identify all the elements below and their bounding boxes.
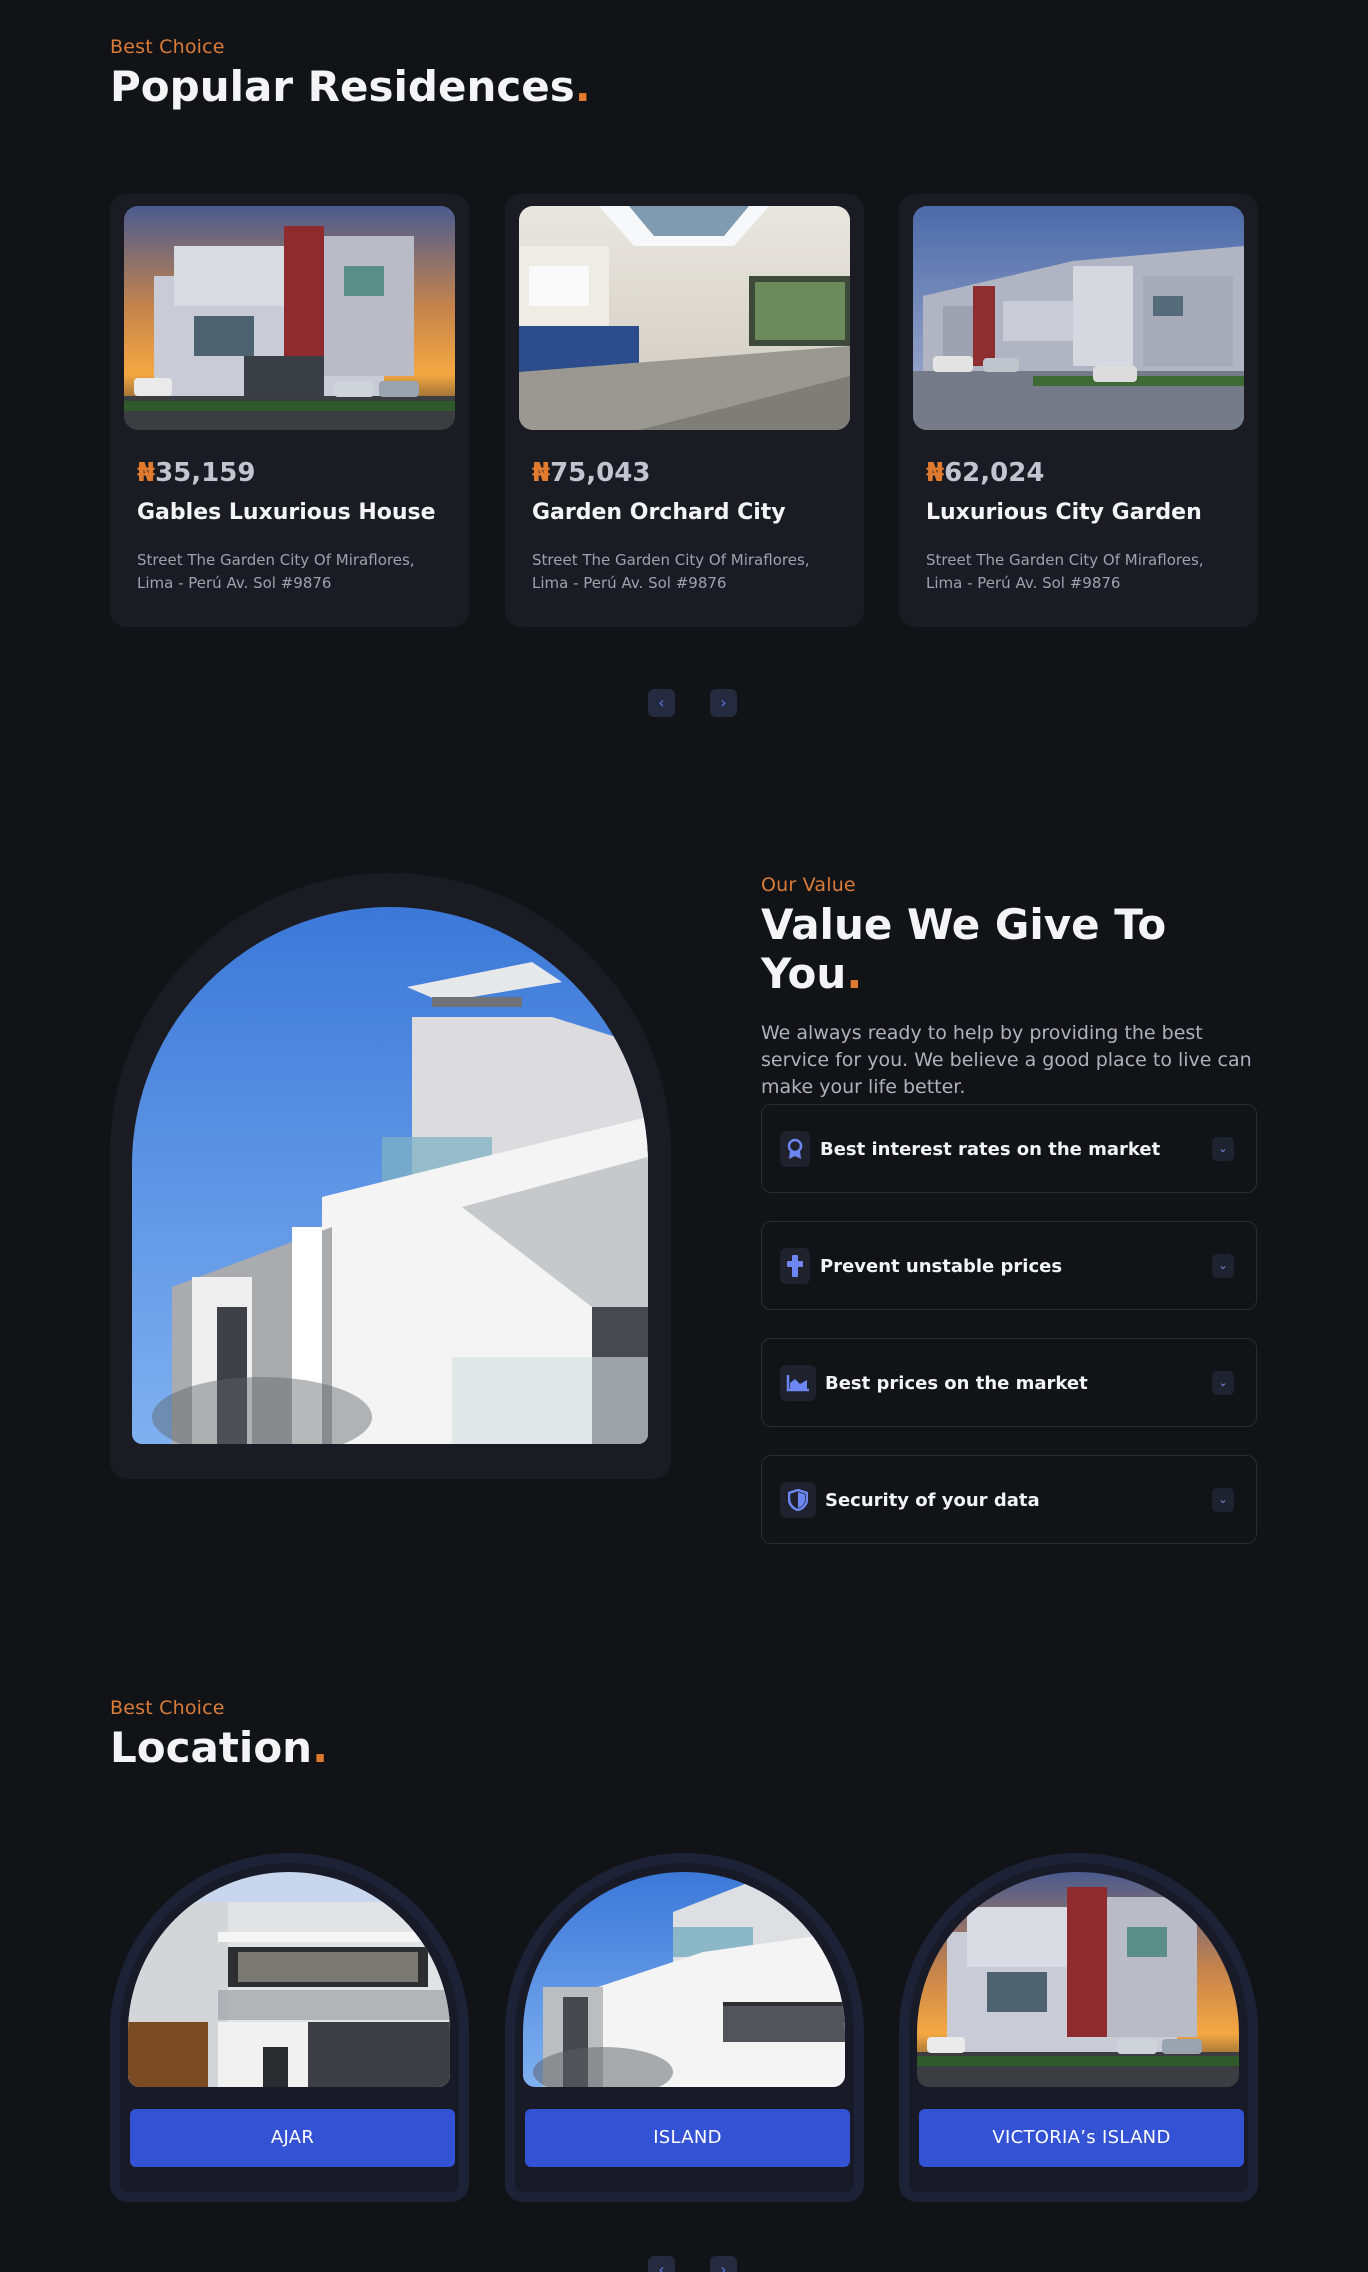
residence-name: Luxurious City Garden xyxy=(926,500,1202,525)
location-prev-button[interactable]: ‹ xyxy=(648,2256,675,2272)
location-image xyxy=(128,1872,450,2087)
residence-cards: ₦35,159 Gables Luxurious House Street Th… xyxy=(110,194,1258,627)
award-icon xyxy=(780,1131,810,1167)
residence-address: Street The Garden City Of Miraflores, Li… xyxy=(137,551,415,592)
location-eyebrow: Best Choice xyxy=(110,1697,225,1719)
residence-address: Street The Garden City Of Miraflores, Li… xyxy=(532,551,810,592)
chevron-down-icon[interactable]: ⌄ xyxy=(1212,1254,1234,1278)
cross-icon xyxy=(780,1248,810,1284)
accordion-label: Prevent unstable prices xyxy=(820,1256,1063,1277)
value-description: We always ready to help by providing the… xyxy=(761,1022,1252,1098)
location-title: Location. xyxy=(110,1723,329,1772)
accordion-label: Best interest rates on the market xyxy=(820,1139,1161,1160)
residence-card[interactable]: ₦75,043 Garden Orchard City Street The G… xyxy=(505,194,864,627)
chart-icon xyxy=(780,1365,816,1401)
location-section: Best Choice Location. xyxy=(110,1697,1257,1772)
shield-icon xyxy=(780,1482,816,1518)
value-text-block: Our Value Value We Give To You. We alway… xyxy=(761,874,1257,1101)
accordion-prevent-unstable-prices[interactable]: Prevent unstable prices ⌄ xyxy=(761,1221,1257,1310)
residence-card[interactable]: ₦35,159 Gables Luxurious House Street Th… xyxy=(110,194,469,627)
residence-image xyxy=(519,206,850,430)
accordion-label: Best prices on the market xyxy=(825,1373,1088,1394)
popular-residences-section: Best Choice Popular Residences. ₦35,159 … xyxy=(110,36,1258,627)
location-image xyxy=(523,1872,845,2087)
popular-eyebrow: Best Choice xyxy=(110,36,225,58)
accordion-best-interest-rates[interactable]: Best interest rates on the market ⌄ xyxy=(761,1104,1257,1193)
residence-name: Garden Orchard City xyxy=(532,500,786,525)
accordion-security-of-data[interactable]: Security of your data ⌄ xyxy=(761,1455,1257,1544)
chevron-down-icon[interactable]: ⌄ xyxy=(1212,1488,1234,1512)
popular-next-button[interactable]: › xyxy=(710,689,737,717)
value-image xyxy=(132,907,648,1444)
accordion-best-prices[interactable]: Best prices on the market ⌄ xyxy=(761,1338,1257,1427)
location-image xyxy=(917,1872,1239,2087)
residence-image xyxy=(913,206,1244,430)
residence-image xyxy=(124,206,455,430)
value-image-frame xyxy=(110,873,671,1479)
location-card-ajar: AJAR xyxy=(110,1853,469,2202)
value-eyebrow: Our Value xyxy=(761,874,856,896)
location-card-victorias-island: VICTORIA’s ISLAND xyxy=(899,1853,1258,2202)
chevron-down-icon[interactable]: ⌄ xyxy=(1212,1137,1234,1161)
popular-title: Popular Residences. xyxy=(110,62,591,111)
residence-name: Gables Luxurious House xyxy=(137,500,436,525)
location-button-ajar[interactable]: AJAR xyxy=(130,2109,455,2167)
residence-address: Street The Garden City Of Miraflores, Li… xyxy=(926,551,1204,592)
residence-price: ₦75,043 xyxy=(532,458,651,488)
location-next-button[interactable]: › xyxy=(710,2256,737,2272)
residence-price: ₦35,159 xyxy=(137,458,256,488)
location-button-victorias-island[interactable]: VICTORIA’s ISLAND xyxy=(919,2109,1244,2167)
popular-prev-button[interactable]: ‹ xyxy=(648,689,675,717)
location-card-island: ISLAND xyxy=(505,1853,864,2202)
value-title: Value We Give To You. xyxy=(761,900,1167,998)
residence-price: ₦62,024 xyxy=(926,458,1045,488)
accordion-label: Security of your data xyxy=(825,1490,1040,1511)
chevron-down-icon[interactable]: ⌄ xyxy=(1212,1371,1234,1395)
location-button-island[interactable]: ISLAND xyxy=(525,2109,850,2167)
residence-card[interactable]: ₦62,024 Luxurious City Garden Street The… xyxy=(899,194,1258,627)
